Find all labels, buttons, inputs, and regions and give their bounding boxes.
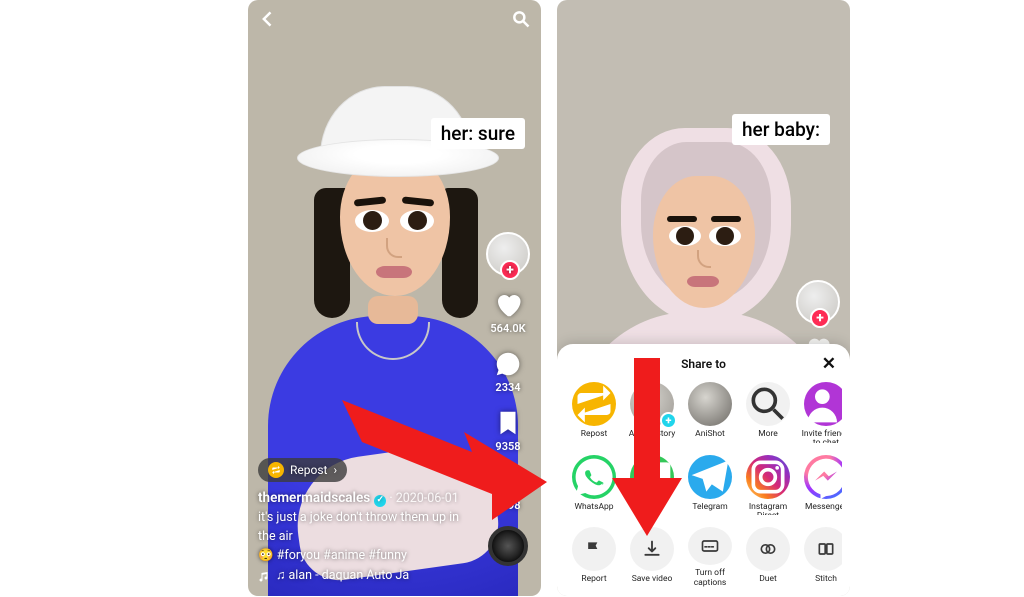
top-bar: [248, 6, 541, 36]
label: More: [758, 430, 778, 439]
label: AniShot: [695, 430, 725, 439]
tutorial-arrow-save-video: [612, 358, 682, 542]
label: Messenger: [805, 503, 842, 512]
share-title: Share to: [681, 357, 726, 371]
share-instagram-direct[interactable]: Instagram Direct: [739, 455, 797, 516]
stitch-icon: [804, 527, 842, 571]
chevron-right-icon: ›: [333, 461, 337, 479]
share-sheet-header: Share to ✕: [565, 354, 842, 374]
eye: [669, 226, 701, 246]
tutorial-arrow-share: [342, 382, 552, 526]
telegram-icon: [688, 455, 732, 499]
share-telegram[interactable]: Telegram: [681, 455, 739, 516]
sound-row[interactable]: ♫ alan - daquan Auto Ja: [258, 567, 471, 586]
follow-plus-icon[interactable]: +: [810, 308, 830, 328]
share-row-targets: Repost + Add to Story AniShot More Invit…: [565, 382, 842, 443]
like-count: 564.0K: [490, 322, 525, 335]
label: Telegram: [692, 503, 727, 512]
eye: [400, 210, 434, 232]
share-sheet: Share to ✕ Repost + Add to Story AniShot: [557, 344, 850, 596]
eye: [709, 226, 741, 246]
share-row-social: WhatsApp SMS Telegram Instagram Direct M…: [565, 455, 842, 516]
label: WhatsApp: [574, 503, 613, 512]
invite-icon: [804, 382, 842, 426]
label: Turn off captions: [681, 569, 739, 588]
eyebrow: [667, 216, 697, 222]
duet-icon: [746, 527, 790, 571]
flag-icon: [572, 527, 616, 571]
repost-icon: [572, 382, 616, 426]
music-icon: [258, 571, 270, 583]
instagram-icon: [746, 455, 790, 499]
messenger-icon: [804, 455, 842, 499]
label: Instagram Direct: [739, 503, 797, 516]
back-icon[interactable]: [258, 9, 278, 33]
action-duet[interactable]: Duet: [739, 527, 797, 588]
eye: [355, 210, 389, 232]
label: Invite friends to chat: [797, 430, 842, 443]
label: Save video: [632, 575, 673, 584]
share-invite-friends[interactable]: Invite friends to chat: [797, 382, 842, 443]
share-row-actions: Report Save video Turn off captions Duet…: [565, 527, 842, 588]
close-icon[interactable]: ✕: [822, 354, 836, 374]
creator-avatar[interactable]: +: [486, 232, 530, 276]
eyebrow: [711, 216, 741, 222]
sound-disc[interactable]: [488, 526, 528, 566]
share-more[interactable]: More: [739, 382, 797, 443]
search-icon[interactable]: [511, 9, 531, 33]
sound-text: ♫ alan - daquan Auto Ja: [276, 567, 409, 586]
label: Duet: [759, 575, 777, 584]
label: Report: [581, 575, 606, 584]
video-caption-overlay: her baby:: [732, 114, 830, 145]
video-caption-overlay: her: sure: [431, 118, 525, 149]
tiktok-screen-right: her baby: + Share to ✕ Repost: [557, 0, 850, 596]
repost-pill[interactable]: Repost ›: [258, 458, 347, 482]
repost-icon: [268, 462, 284, 478]
contact-avatar-icon: [688, 382, 732, 426]
action-stitch[interactable]: Stitch: [797, 527, 842, 588]
label: Repost: [581, 430, 608, 439]
repost-label: Repost: [290, 461, 327, 479]
follow-plus-icon[interactable]: +: [500, 260, 520, 280]
label: Stitch: [815, 575, 837, 584]
whatsapp-icon: [572, 455, 616, 499]
captions-icon: [688, 527, 732, 565]
lips: [687, 276, 719, 287]
creator-avatar[interactable]: +: [796, 280, 840, 324]
share-messenger[interactable]: Messenger: [797, 455, 842, 516]
hashtags[interactable]: 😳 #foryou #anime #funny: [258, 548, 407, 563]
neck: [368, 296, 418, 324]
like-button[interactable]: 564.0K: [490, 290, 525, 335]
share-contact-anishot[interactable]: AniShot: [681, 382, 739, 443]
action-turn-off-captions[interactable]: Turn off captions: [681, 527, 739, 588]
lips: [376, 266, 412, 278]
search-icon: [746, 382, 790, 426]
